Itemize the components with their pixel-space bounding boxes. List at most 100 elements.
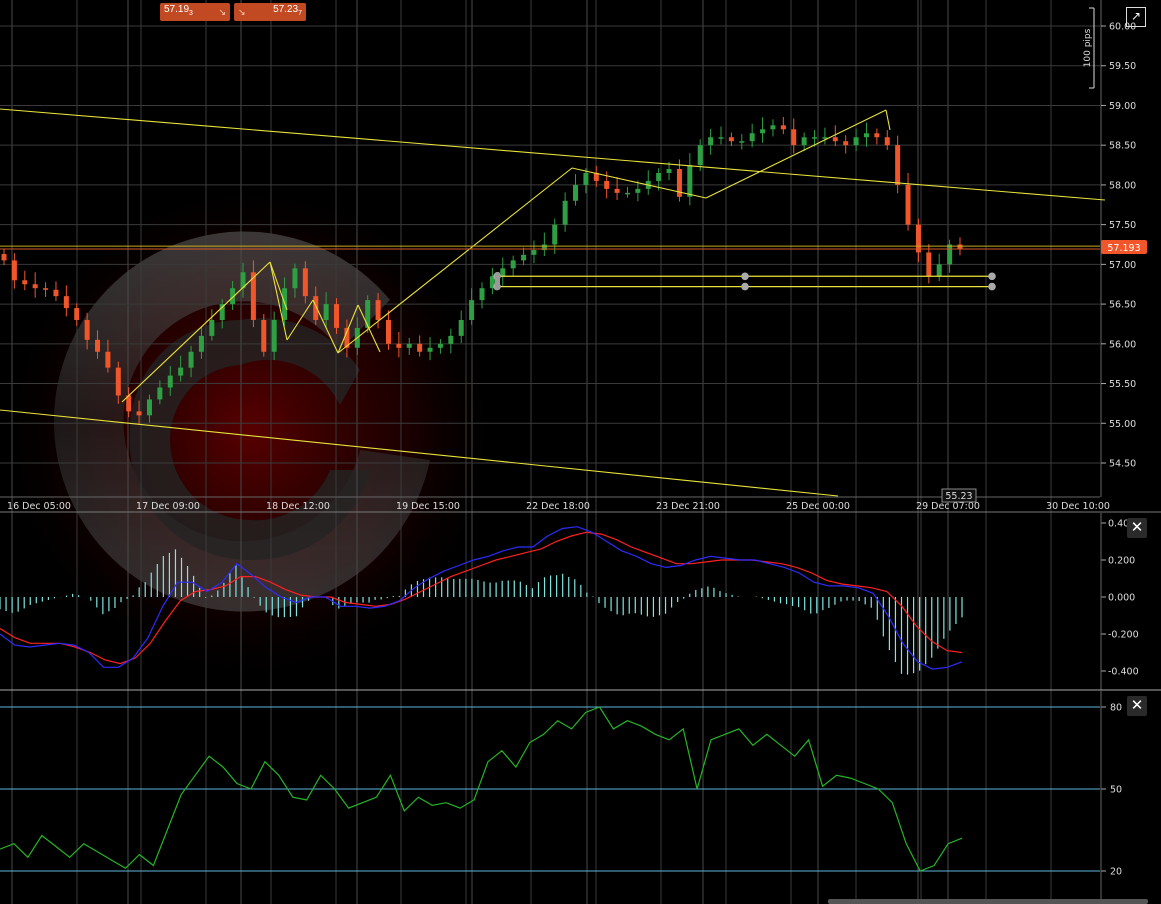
current-price-marker: 57.193 (1101, 240, 1147, 254)
candle-body (11, 260, 17, 281)
x-axis-tick-label: 22 Dec 18:00 (526, 501, 590, 512)
chart-canvas[interactable]: 16 Dec 05:00 17 Dec 09:00 18 Dec 12:00 19 D… (0, 0, 1161, 904)
y-axis-tick-label: 54.50 (1109, 459, 1136, 470)
y-axis-tick-label: 59.50 (1109, 61, 1136, 72)
candle-body (84, 319, 90, 340)
buy-button[interactable]: ↘ 57.237 (234, 3, 306, 21)
candle-body (1, 254, 7, 261)
candle-body (760, 129, 766, 134)
candle-body (406, 343, 412, 348)
candle-body (510, 260, 516, 269)
candle-body (728, 137, 734, 142)
candle-body (157, 387, 163, 400)
candle-body (895, 145, 901, 185)
expand-icon: ↗ (1130, 9, 1142, 23)
candle-body (178, 367, 184, 376)
candle-body (884, 137, 890, 146)
y-axis-tick-label: 56.50 (1109, 300, 1136, 311)
x-axis-tick-label: 25 Dec 00:00 (786, 501, 850, 512)
candle-body (417, 343, 423, 352)
drag-handle[interactable] (495, 272, 500, 290)
candle-body (832, 137, 838, 142)
y-axis-tick-label: 58.00 (1109, 180, 1136, 191)
candle-body (936, 264, 942, 277)
candle-body (167, 375, 173, 388)
candle-body (926, 252, 932, 277)
candle-body (115, 367, 121, 396)
candle-body (448, 335, 454, 344)
current-price-label: 57.193 (1107, 243, 1140, 254)
candle-body (843, 141, 849, 146)
macd-y-tick-label: 0.000 (1108, 593, 1135, 604)
rsi-y-tick-label: 20 (1110, 867, 1122, 878)
y-axis-tick-label: 55.50 (1109, 379, 1136, 390)
candle-body (780, 125, 786, 130)
close-rsi-button[interactable]: ✕ (1127, 696, 1147, 716)
candle-body (469, 300, 475, 320)
y-axis-tick-label: 58.50 (1109, 141, 1136, 152)
rsi-panel: 80 50 20 (0, 691, 1122, 904)
candle-body (479, 288, 485, 301)
expand-button[interactable]: ↗ (1126, 7, 1146, 27)
candle-body (375, 300, 381, 320)
candle-body (437, 343, 443, 348)
candle-body (656, 172, 662, 181)
candle-body (863, 133, 869, 138)
pip-scale-label: 100 pips (1083, 28, 1093, 67)
x-axis-tick-label: 30 Dec 10:00 (1046, 501, 1110, 512)
candle-body (915, 224, 921, 253)
candle-body (604, 180, 610, 189)
close-macd-button[interactable]: ✕ (1127, 518, 1147, 538)
candle-body (624, 192, 630, 195)
rsi-y-tick-label: 80 (1110, 703, 1122, 714)
cursor-price-readout: 55.23 (941, 488, 977, 503)
candle-body (271, 319, 277, 352)
candle-body (146, 399, 152, 416)
candle-body (874, 133, 880, 138)
macd-y-tick-label: -0.400 (1108, 667, 1139, 678)
candle-body (801, 137, 807, 146)
candle-body (43, 288, 49, 290)
y-axis-tick-label: 55.00 (1109, 419, 1136, 430)
x-axis-tick-label: 17 Dec 09:00 (136, 501, 200, 512)
candle-body (770, 125, 776, 130)
x-axis-tick-label: 19 Dec 15:00 (396, 501, 460, 512)
drag-handle[interactable] (988, 282, 996, 291)
trendline[interactable] (885, 109, 891, 131)
candle-body (188, 351, 194, 368)
candle-body (261, 319, 267, 352)
trendline[interactable] (571, 167, 707, 199)
macd-y-tick-label: 0.200 (1108, 556, 1135, 567)
sell-button[interactable]: 57.193 ↘ (160, 3, 230, 21)
drag-handle[interactable] (988, 272, 996, 281)
candle-body (53, 289, 59, 297)
candle-body (198, 335, 204, 352)
candle-body (562, 200, 568, 225)
close-icon: ✕ (1130, 519, 1144, 536)
candle-body (95, 339, 101, 352)
candle-body (365, 300, 371, 328)
drag-handle[interactable] (741, 272, 749, 281)
rsi-y-tick-label: 50 (1110, 785, 1122, 796)
candle-body (583, 172, 589, 185)
arrow-down-right-icon: ↘ (238, 7, 246, 17)
macd-y-tick-label: -0.200 (1108, 630, 1139, 641)
x-axis-tick-label: 16 Dec 05:00 (7, 501, 71, 512)
candle-body (323, 304, 329, 320)
candle-body (500, 268, 506, 277)
candle-body (687, 165, 693, 197)
x-axis-tick-label: 29 Dec 07:00 (916, 501, 980, 512)
candle-body (521, 254, 527, 261)
candle-body (302, 268, 308, 297)
y-axis-tick-label: 57.50 (1109, 220, 1136, 231)
y-axis-tick-label: 56.00 (1109, 339, 1136, 350)
candle-body (749, 133, 755, 142)
horizontal-scrollbar[interactable] (828, 899, 1148, 904)
candle-body (905, 184, 911, 225)
candle-body (32, 284, 38, 289)
buy-price: 57.237 (273, 4, 302, 17)
candle-body (385, 319, 391, 344)
candle-body (209, 319, 215, 336)
drag-handle[interactable] (741, 282, 749, 291)
x-axis-tick-label: 23 Dec 21:00 (656, 501, 720, 512)
